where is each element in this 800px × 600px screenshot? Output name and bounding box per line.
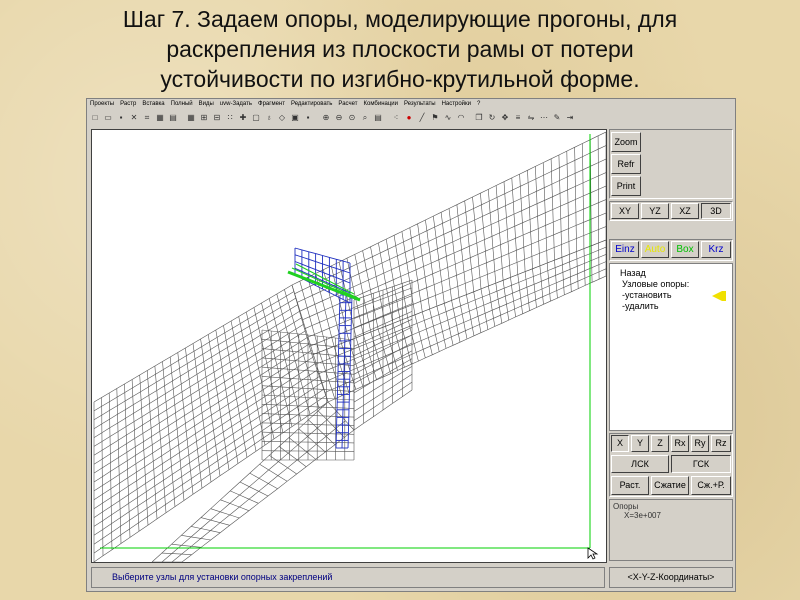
line-icon[interactable]: ╱	[416, 112, 428, 124]
list-icon[interactable]: ≡	[512, 112, 524, 124]
rotate-icon[interactable]: ↻	[486, 112, 498, 124]
nodes-icon[interactable]: ∷	[224, 112, 236, 124]
layers-icon[interactable]: ▤	[372, 112, 384, 124]
slide-title-line-1: Шаг 7. Задаем опоры, моделирующие прогон…	[122, 6, 678, 32]
menu-insert[interactable]: Вставка	[139, 99, 167, 110]
slide-title-line-2: раскрепления из плоскости рамы от потери	[166, 36, 634, 62]
view-split-icon[interactable]: ⊟	[211, 112, 223, 124]
remove-support-command[interactable]: -удалить	[622, 301, 659, 311]
flag-icon[interactable]: ⚑	[429, 112, 441, 124]
dof-ry-button[interactable]: Ry	[691, 435, 709, 452]
mouse-cursor-icon	[587, 547, 599, 560]
back-command[interactable]: Назад	[620, 268, 646, 278]
edit-icon[interactable]: ✎	[551, 112, 563, 124]
new-file-icon[interactable]: □	[89, 112, 101, 124]
menu-settings[interactable]: Настройки	[439, 99, 474, 110]
mode-auto-button[interactable]: Auto	[641, 241, 669, 258]
mirror-icon[interactable]: ⇋	[525, 112, 537, 124]
move-icon[interactable]: ✥	[499, 112, 511, 124]
zoom-in-icon[interactable]: ⊕	[320, 112, 332, 124]
mark-icon[interactable]: ▪	[302, 112, 314, 124]
menu-edit[interactable]: Редактировать	[288, 99, 335, 110]
toolbar: □ ▭ ▪ ✕ ⌗ ▦ ▤ ▦ ⊞ ⊟ ∷ ✚ ▢ ♁ ◇ ▣ ▪ ⊕ ⊖ ⊙ …	[89, 111, 649, 125]
fem-application-window: Проекты Растр Вставка Полный Виды uvw-За…	[86, 98, 736, 592]
menu-full[interactable]: Полный	[168, 99, 196, 110]
mode-krz-button[interactable]: Krz	[701, 241, 731, 258]
right-tool-panel: Zoom Refr Print XY YZ XZ 3D Einz Auto Bo…	[607, 129, 735, 563]
menu-help[interactable]: ?	[474, 99, 483, 110]
refresh-button[interactable]: Refr	[611, 154, 641, 174]
cross-icon[interactable]: ✚	[237, 112, 249, 124]
mode-box-button[interactable]: Box	[671, 241, 699, 258]
global-cs-button[interactable]: ГСК	[671, 455, 731, 473]
mode-einz-button[interactable]: Einz	[611, 241, 639, 258]
menu-uvw[interactable]: uvw-Задать	[217, 99, 255, 110]
purlin-support-line	[287, 270, 361, 302]
table-icon[interactable]: ▤	[167, 112, 179, 124]
zoom-out-icon[interactable]: ⊖	[333, 112, 345, 124]
slide-title: Шаг 7. Задаем опоры, моделирующие прогон…	[20, 4, 780, 94]
points-icon[interactable]: ⁖	[390, 112, 402, 124]
frame-mesh-drawing	[93, 131, 606, 562]
curve-icon[interactable]: ∿	[442, 112, 454, 124]
info-stiffness-value: X=3e+007	[624, 511, 661, 520]
dof-rx-button[interactable]: Rx	[671, 435, 689, 452]
dof-y-button[interactable]: Y	[631, 435, 649, 452]
menu-projects[interactable]: Проекты	[87, 99, 117, 110]
copy-icon[interactable]: ❐	[473, 112, 485, 124]
grid-icon[interactable]: ▦	[154, 112, 166, 124]
shape-icon[interactable]: ◇	[276, 112, 288, 124]
info-title: Опоры	[613, 502, 639, 511]
model-viewport[interactable]	[91, 129, 607, 563]
compression-button[interactable]: Сжатие	[651, 476, 689, 495]
exit-icon[interactable]: ⇥	[564, 112, 576, 124]
mesh-icon[interactable]: ⌗	[141, 112, 153, 124]
open-file-icon[interactable]: ▭	[102, 112, 114, 124]
view-grid-icon[interactable]: ▦	[185, 112, 197, 124]
view-3d-button[interactable]: 3D	[701, 203, 731, 219]
print-button[interactable]: Print	[611, 176, 641, 196]
lamp-icon[interactable]: ♁	[263, 112, 275, 124]
slide-title-line-3: устойчивости по изгибно-крутильной форме…	[160, 66, 640, 92]
menu-fragment[interactable]: Фрагмент	[255, 99, 288, 110]
save-icon[interactable]: ▪	[115, 112, 127, 124]
menu-calc[interactable]: Расчет	[335, 99, 360, 110]
dof-z-button[interactable]: Z	[651, 435, 669, 452]
command-menu-panel: Назад Узловые опоры: -установить -удалит…	[609, 263, 733, 431]
dots-icon[interactable]: ⋯	[538, 112, 550, 124]
stop-icon[interactable]: ●	[403, 112, 415, 124]
status-hint: Выберите узлы для установки опорных закр…	[91, 567, 605, 588]
install-support-command[interactable]: -установить	[622, 290, 672, 300]
menu-results[interactable]: Результаты	[401, 99, 439, 110]
menu-bar: Проекты Растр Вставка Полный Виды uvw-За…	[87, 99, 735, 110]
view-xy-button[interactable]: XY	[611, 203, 639, 219]
view-xz-button[interactable]: XZ	[671, 203, 699, 219]
delete-icon[interactable]: ✕	[128, 112, 140, 124]
zoom-button[interactable]: Zoom	[611, 132, 641, 152]
tension-button[interactable]: Раст.	[611, 476, 649, 495]
node-supports-heading: Узловые опоры:	[622, 279, 690, 289]
zoom-icon[interactable]: ⊙	[346, 112, 358, 124]
coordinates-readout[interactable]: <X-Y-Z-Координаты>	[609, 567, 733, 588]
view-yz-button[interactable]: YZ	[641, 203, 669, 219]
connection-right	[353, 279, 413, 431]
frame-icon[interactable]: ▢	[250, 112, 262, 124]
rect-icon[interactable]: ▣	[289, 112, 301, 124]
menu-raster[interactable]: Растр	[117, 99, 139, 110]
compression-r-button[interactable]: Сж.+Р.	[691, 476, 731, 495]
dof-x-button[interactable]: X	[611, 435, 629, 452]
menu-views[interactable]: Виды	[196, 99, 217, 110]
arc-icon[interactable]: ◠	[455, 112, 467, 124]
view-frame-icon[interactable]: ⊞	[198, 112, 210, 124]
shell-mesh	[93, 131, 606, 562]
zoom-window-icon[interactable]: ⌕	[359, 112, 371, 124]
support-info-panel: Опоры X=3e+007	[609, 499, 733, 561]
active-command-marker-icon	[712, 291, 726, 301]
local-cs-button[interactable]: ЛСК	[611, 455, 669, 473]
menu-combinations[interactable]: Комбинации	[361, 99, 401, 110]
dof-rz-button[interactable]: Rz	[711, 435, 731, 452]
